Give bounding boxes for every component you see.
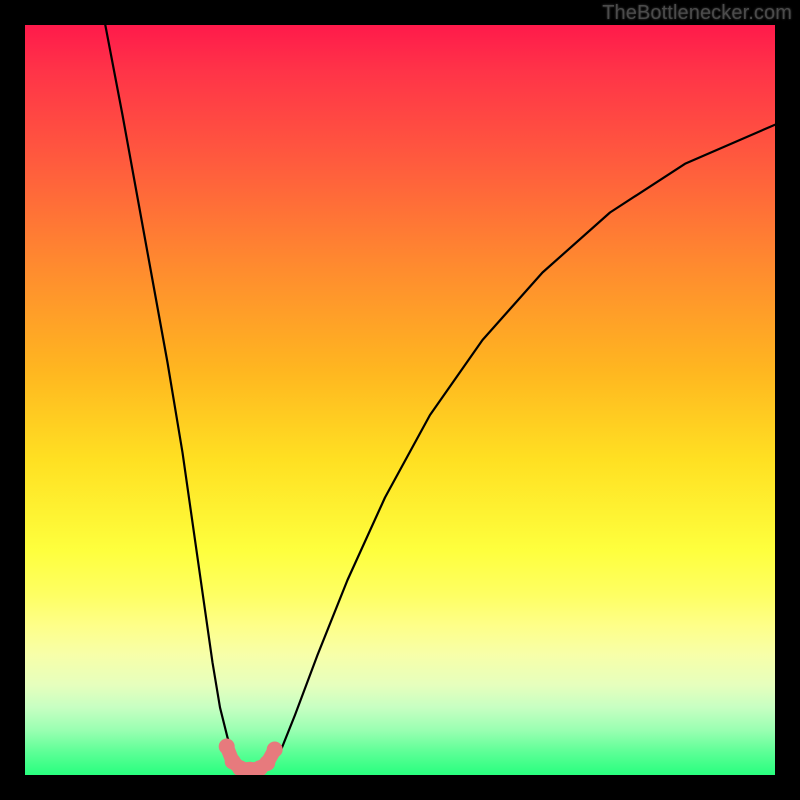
optimal-range-dots [219,739,283,776]
optimal-range-dot [267,742,283,758]
mismatch-curve-right [270,125,775,766]
plot-area [25,25,775,775]
curve-overlay [25,25,775,775]
optimal-range-dot [259,755,275,771]
mismatch-curve-left [105,25,240,766]
optimal-range-dot [219,739,235,755]
watermark-text: TheBottlenecker.com [602,2,792,25]
